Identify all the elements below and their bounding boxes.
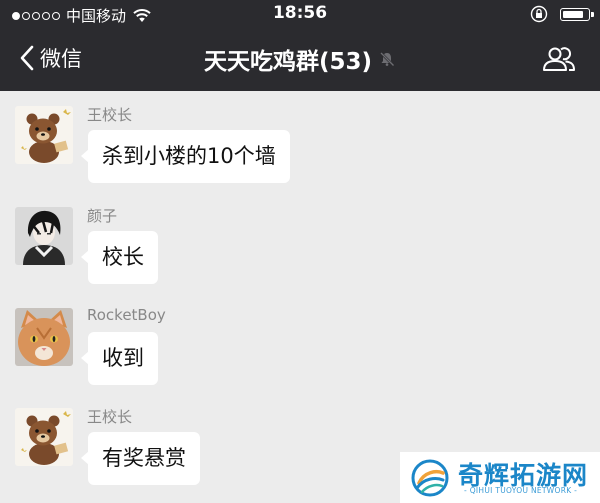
message-bubble[interactable]: 杀到小楼的10个墙	[81, 130, 290, 183]
watermark-subtitle: - QIHUI TUOYOU NETWORK -	[464, 486, 578, 495]
message-bubble[interactable]: 有奖悬赏	[81, 432, 200, 485]
orientation-lock-icon	[530, 5, 548, 23]
message-bubble[interactable]: 收到	[81, 332, 158, 385]
sender-name: 王校长	[87, 106, 133, 124]
status-time: 18:56	[272, 3, 328, 23]
group-members-icon	[543, 47, 575, 71]
group-members-button[interactable]	[542, 46, 576, 76]
sender-avatar[interactable]	[15, 308, 73, 366]
orange-cat-avatar-icon	[15, 308, 73, 366]
brown-bear-avatar-icon	[15, 408, 73, 466]
brown-bear-avatar-icon	[15, 106, 73, 164]
status-bar: 中国移动 18:56	[0, 0, 600, 28]
site-watermark: 奇辉拓游网 - QIHUI TUOYOU NETWORK -	[400, 452, 600, 503]
anime-boy-avatar-icon	[15, 207, 73, 265]
chat-header: 微信 天天吃鸡群(53)	[0, 28, 600, 91]
sender-name: 颜子	[87, 207, 118, 225]
message-bubble[interactable]: 校长	[81, 231, 158, 284]
sender-name: RocketBoy	[87, 306, 166, 324]
sender-name: 王校长	[87, 408, 133, 426]
mute-bell-icon	[380, 52, 395, 67]
brand-logo-icon	[411, 459, 449, 497]
sender-avatar[interactable]	[15, 408, 73, 466]
sender-avatar[interactable]	[15, 207, 73, 265]
sender-avatar[interactable]	[15, 106, 73, 164]
chat-title: 天天吃鸡群(53)	[203, 49, 373, 75]
battery-icon	[560, 7, 594, 21]
